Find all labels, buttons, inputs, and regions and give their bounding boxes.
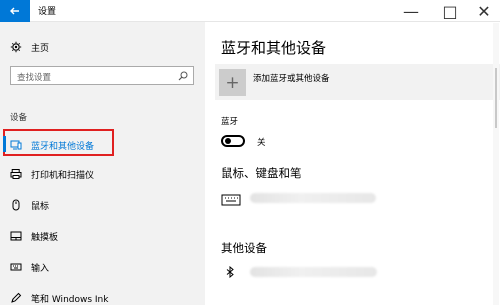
window-titlebar: 设置 — □ ✕ [0,0,500,22]
bluetooth-state-label: 关 [257,138,266,148]
sidebar-item-typing[interactable]: 输入 [0,256,205,278]
devices-section-title: 设备 [10,113,28,123]
sidebar-item-label: 触摸板 [31,232,59,243]
sidebar-item-touchpad[interactable]: 触摸板 [0,225,205,247]
sidebar-item-home[interactable]: 主页 [0,36,205,58]
bluetooth-icon [224,266,236,278]
keyboard-device-icon [221,194,241,206]
settings-sidebar: 主页 查找设置 设备 蓝牙和其他设备 打印机和扫描仪 鼠标 触摸板 输入 笔和 … [0,22,205,305]
sidebar-item-mouse[interactable]: 鼠标 [0,194,205,216]
add-device-button[interactable]: + 添加蓝牙或其他设备 [215,64,500,100]
bluetooth-label: 蓝牙 [221,117,239,127]
sidebar-item-label: 输入 [31,263,50,274]
sidebar-item-printers[interactable]: 打印机和扫描仪 [0,163,205,185]
touchpad-icon [10,230,22,242]
search-icon [178,71,188,81]
minimize-button[interactable]: — [393,0,429,22]
back-button[interactable] [0,0,30,22]
window-title: 设置 [38,7,57,17]
sidebar-item-bluetooth[interactable]: 蓝牙和其他设备 [0,134,205,156]
sidebar-item-label: 笔和 Windows Ink [31,294,109,305]
page-title: 蓝牙和其他设备 [221,39,327,57]
devices-icon [10,139,22,151]
mouse-icon [10,199,22,211]
toggle-knob [225,138,231,144]
arrow-left-icon [10,7,19,15]
settings-search-input[interactable]: 查找设置 [10,66,194,85]
sidebar-item-label: 打印机和扫描仪 [31,170,95,181]
home-label: 主页 [31,43,50,54]
scrollbar-thumb[interactable] [495,68,497,128]
keyboard-icon [10,261,22,273]
plus-icon: + [219,69,246,96]
blurred-device-name [250,193,376,203]
pen-icon [10,292,22,304]
sidebar-item-label: 蓝牙和其他设备 [31,141,95,152]
add-device-label: 添加蓝牙或其他设备 [253,74,330,84]
mouse-keyboard-pen-title: 鼠标、键盘和笔 [221,166,302,180]
other-devices-title: 其他设备 [221,241,267,255]
main-scrollbar[interactable] [493,23,499,305]
search-placeholder: 查找设置 [17,73,52,83]
close-button[interactable]: ✕ [466,0,500,22]
sidebar-item-label: 鼠标 [31,201,50,212]
printer-icon [10,168,22,180]
main-content: 蓝牙和其他设备 + 添加蓝牙或其他设备 蓝牙 关 鼠标、键盘和笔 其他设备 [205,22,500,305]
gear-icon [10,41,22,53]
sidebar-item-pen[interactable]: 笔和 Windows Ink [0,287,205,305]
blurred-device-name [250,267,377,277]
bluetooth-toggle[interactable] [221,135,245,147]
maximize-button[interactable]: □ [432,0,468,22]
